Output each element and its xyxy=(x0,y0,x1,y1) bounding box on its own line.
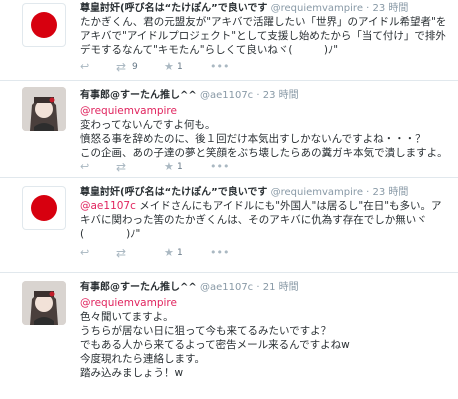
username[interactable]: @ae1107c xyxy=(200,282,253,293)
retweet-icon[interactable]: ⇄ xyxy=(116,160,126,174)
tweet-header: 有事郎@すーたん推し^^ @ae1107c · 23 時間 xyxy=(80,89,450,102)
dot-separator: · xyxy=(256,282,260,293)
avatar[interactable] xyxy=(22,87,66,131)
tweet-timeline: 尊皇討奸(呼び名は“たけぽん”で良いです @requiemvampire · 2… xyxy=(0,0,458,399)
tweet-header: 尊皇討奸(呼び名は“たけぽん”で良いです @requiemvampire · 2… xyxy=(80,2,450,15)
reply-mention[interactable]: @ae1107c xyxy=(80,200,136,212)
username[interactable]: @requiemvampire xyxy=(271,187,363,198)
reply-icon[interactable]: ↩ xyxy=(80,160,89,173)
tweet-text: たかぎくん、君の元盟友が"アキバで活躍したい「世界」のアイドル希望者"をアキバで… xyxy=(80,16,447,56)
more-icon[interactable]: ••• xyxy=(210,160,229,173)
display-name[interactable]: 有事郎@すーたん推し^^ xyxy=(80,90,197,101)
retweet-icon[interactable]: ⇄ xyxy=(116,60,126,74)
timestamp[interactable]: 23 時間 xyxy=(373,187,409,198)
reply-icon[interactable]: ↩ xyxy=(80,246,89,259)
more-icon[interactable]: ••• xyxy=(210,246,229,259)
like-icon[interactable]: ★ xyxy=(164,60,174,73)
flag-icon xyxy=(31,12,57,38)
display-name[interactable]: 尊皇討奸(呼び名は“たけぽん”で良いです xyxy=(80,3,267,14)
avatar[interactable] xyxy=(22,3,66,47)
tweet[interactable]: 有事郎@すーたん推し^^ @ae1107c · 23 時間 @requiemva… xyxy=(0,81,458,174)
tweet-text: 変わってないんですよ何も。 憤怒る事を辞めたのに、後１回だけ本気出すしかないんで… xyxy=(80,119,448,159)
display-name[interactable]: 尊皇討奸(呼び名は“たけぽん”で良いです xyxy=(80,187,267,198)
reply-mention[interactable]: @requiemvampire xyxy=(80,296,450,310)
timestamp[interactable]: 23 時間 xyxy=(263,90,299,101)
timestamp[interactable]: 21 時間 xyxy=(263,282,299,293)
like-count: 1 xyxy=(177,248,183,258)
retweet-icon[interactable]: ⇄ xyxy=(116,246,126,260)
avatar[interactable] xyxy=(22,281,66,325)
display-name[interactable]: 有事郎@すーたん推し^^ xyxy=(80,282,197,293)
username[interactable]: @requiemvampire xyxy=(271,3,363,14)
more-icon[interactable]: ••• xyxy=(210,60,229,73)
flag-icon xyxy=(31,195,57,221)
tweet[interactable]: 有事郎@すーたん推し^^ @ae1107c · 21 時間 @requiemva… xyxy=(0,273,458,399)
reply-mention[interactable]: @requiemvampire xyxy=(80,104,450,118)
tweet-text: 色々聞いてますよ。 うちらが居ない日に狙って今も来てるみたいですよ？ でもある人… xyxy=(80,311,350,379)
tweet-text: @ae1107c メイドさんにもアイドルにも"外国人"は居るし"在日"も多い。ア… xyxy=(80,199,450,241)
reply-icon[interactable]: ↩ xyxy=(80,60,89,73)
like-icon[interactable]: ★ xyxy=(164,160,174,173)
like-icon[interactable]: ★ xyxy=(164,246,174,259)
tweet[interactable]: 尊皇討奸(呼び名は“たけぽん”で良いです @requiemvampire · 2… xyxy=(0,0,458,78)
anime-avatar-icon xyxy=(22,87,66,131)
like-count: 1 xyxy=(177,162,183,172)
dot-separator: · xyxy=(256,90,260,101)
username[interactable]: @ae1107c xyxy=(200,90,253,101)
anime-avatar-icon xyxy=(22,281,66,325)
dot-separator: · xyxy=(366,187,370,198)
timestamp[interactable]: 23 時間 xyxy=(373,3,409,14)
avatar[interactable] xyxy=(22,186,66,230)
tweet[interactable]: 尊皇討奸(呼び名は“たけぽん”で良いです @requiemvampire · 2… xyxy=(0,178,458,266)
tweet-header: 有事郎@すーたん推し^^ @ae1107c · 21 時間 xyxy=(80,281,450,294)
retweet-count: 9 xyxy=(132,62,138,72)
dot-separator: · xyxy=(366,3,370,14)
tweet-header: 尊皇討奸(呼び名は“たけぽん”で良いです @requiemvampire · 2… xyxy=(80,186,450,199)
like-count: 1 xyxy=(177,62,183,72)
